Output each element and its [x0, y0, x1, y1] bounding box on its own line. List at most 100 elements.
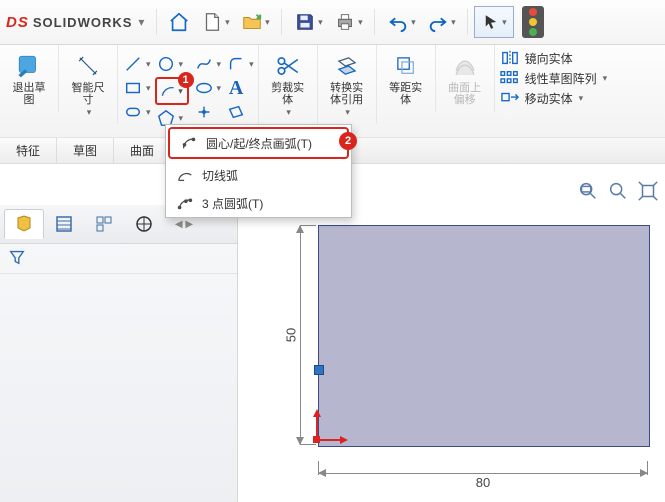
arc-tangent-item[interactable]: 切线弧 — [166, 161, 351, 189]
undo-button[interactable]: ▾ — [381, 6, 421, 38]
exit-sketch-button[interactable]: 退出草 图 — [6, 49, 52, 108]
home-button[interactable] — [163, 6, 195, 38]
folder-open-icon — [241, 11, 263, 33]
separator — [156, 9, 157, 35]
line-tool[interactable] — [122, 53, 144, 75]
caret-down-icon: ▾ — [343, 107, 350, 118]
ds-logo-icon: DS — [6, 14, 29, 31]
mirror-entities-button[interactable]: 镜向实体 — [499, 49, 608, 67]
configuration-icon — [94, 214, 114, 234]
tab-surfaces[interactable]: 曲面 — [114, 138, 171, 163]
graphics-area[interactable]: 50 80 — [238, 205, 665, 502]
tree-filter[interactable] — [0, 244, 237, 274]
caret-down-icon[interactable]: ▾ — [215, 59, 222, 70]
dimension-horizontal[interactable]: 80 — [318, 461, 648, 487]
trim-entities-button[interactable]: 剪裁实 体 ▾ — [265, 49, 311, 120]
callout-badge-2: 2 — [339, 132, 357, 150]
caret-down-icon[interactable]: ▾ — [177, 59, 184, 70]
ellipse-tool[interactable] — [193, 77, 215, 99]
save-button[interactable]: ▾ — [288, 6, 328, 38]
view-orientation-button[interactable] — [637, 180, 659, 205]
redo-button[interactable]: ▾ — [421, 6, 461, 38]
save-icon — [294, 11, 316, 33]
title-bar: DS SOLIDWORKS ▾ ▾ ▾ ▾ ▾ ▾ ▾ ▾ — [0, 0, 665, 45]
rebuild-button[interactable] — [514, 6, 546, 38]
arc-icon — [160, 83, 176, 99]
spline-tool[interactable] — [193, 53, 215, 75]
centerpoint-arc-icon — [180, 134, 198, 152]
group-trim: 剪裁实 体 ▾ — [259, 45, 318, 124]
arc-centerpoint-item[interactable]: 圆心/起/终点画弧(T) 2 — [168, 127, 349, 159]
group-surface-offset: 曲面上 偏移 — [436, 45, 495, 112]
zoom-window-button[interactable] — [607, 180, 629, 205]
undo-icon — [387, 11, 409, 33]
fillet-tool[interactable] — [225, 53, 247, 75]
dimxpert-icon — [134, 214, 154, 234]
redo-icon — [427, 11, 449, 33]
caret-down-icon[interactable]: ▾ — [144, 107, 151, 118]
zoom-to-fit-button[interactable] — [577, 180, 599, 205]
panel-tab-configuration[interactable] — [84, 209, 124, 239]
caret-down-icon: ▾ — [356, 17, 363, 28]
linear-pattern-icon — [499, 69, 521, 87]
feature-manager-panel: ◀ ▶ − 零件1 (默认) <<默认>_显示状态 1> ▸ History ▸… — [0, 205, 238, 502]
app-menu-caret-icon[interactable]: ▾ — [132, 15, 150, 29]
arc-dropdown-menu: 圆心/起/终点画弧(T) 2 切线弧 3 点圆弧(T) — [165, 124, 352, 218]
caret-down-icon[interactable]: ▾ — [144, 59, 151, 70]
rectangle-tool[interactable] — [122, 77, 144, 99]
smart-dimension-button[interactable]: 智能尺 寸 ▾ — [65, 49, 111, 120]
rebuild-traffic-icon — [522, 6, 544, 38]
separator — [374, 9, 375, 35]
feature-tree: − 零件1 (默认) <<默认>_显示状态 1> ▸ History ▸ 传感器… — [0, 274, 237, 502]
text-tool[interactable]: A — [225, 77, 247, 99]
caret-down-icon[interactable]: ▾ — [247, 59, 254, 70]
caret-down-icon[interactable]: ▾ — [144, 83, 151, 94]
group-exit-sketch: 退出草 图 — [0, 45, 59, 112]
text-a-icon: A — [229, 77, 243, 100]
lower-area: ◀ ▶ − 零件1 (默认) <<默认>_显示状态 1> ▸ History ▸… — [0, 205, 665, 502]
tangent-arc-icon — [176, 166, 194, 184]
caret-down-icon: ▾ — [409, 17, 416, 28]
tree-root-part[interactable]: − 零件1 (默认) <<默认>_显示状态 1> — [4, 276, 237, 502]
property-manager-icon — [54, 214, 74, 234]
dimension-vertical[interactable]: 50 — [286, 225, 316, 445]
tab-features[interactable]: 特征 — [0, 138, 57, 163]
scroll-arrows-icon: ◀ ▶ — [172, 219, 196, 230]
print-icon — [334, 11, 356, 33]
group-offset: 等距实 体 — [377, 45, 436, 112]
caret-down-icon[interactable]: ▾ — [177, 113, 184, 124]
plane-tool[interactable] — [225, 101, 247, 123]
group-modify: 镜向实体 线性草图阵列 ▾ 移动实体 ▾ — [495, 45, 612, 111]
panel-tab-property-manager[interactable] — [44, 209, 84, 239]
move-entities-button[interactable]: 移动实体 ▾ — [499, 89, 608, 107]
caret-down-icon: ▾ — [500, 17, 507, 28]
smart-dimension-icon — [73, 51, 103, 81]
circle-tool[interactable] — [155, 53, 177, 75]
group-convert: 转换实 体引用 ▾ — [318, 45, 377, 124]
surface-offset-icon — [450, 51, 480, 81]
sketch-rectangle[interactable] — [318, 225, 650, 447]
new-document-icon — [201, 11, 223, 33]
panel-tab-dimxpert[interactable] — [124, 209, 164, 239]
arc-3point-item[interactable]: 3 点圆弧(T) — [166, 189, 351, 217]
panel-tab-feature-tree[interactable] — [4, 209, 44, 239]
caret-down-icon[interactable]: ▾ — [215, 83, 222, 94]
open-document-button[interactable]: ▾ — [235, 6, 275, 38]
linear-pattern-button[interactable]: 线性草图阵列 ▾ — [499, 69, 608, 87]
convert-entities-icon — [332, 51, 362, 81]
callout-badge-1: 1 — [178, 72, 194, 88]
arc-tool-splitbutton[interactable]: ▾ 1 — [155, 77, 189, 105]
point-tool[interactable] — [193, 101, 215, 123]
three-point-arc-icon — [176, 194, 194, 212]
caret-down-icon: ▾ — [601, 73, 608, 84]
feature-tree-icon — [14, 214, 34, 234]
print-button[interactable]: ▾ — [328, 6, 368, 38]
new-document-button[interactable]: ▾ — [195, 6, 235, 38]
funnel-icon — [8, 248, 26, 266]
slot-tool[interactable] — [122, 101, 144, 123]
surface-offset-button: 曲面上 偏移 — [442, 49, 488, 108]
offset-entities-button[interactable]: 等距实 体 — [383, 49, 429, 108]
tab-sketch[interactable]: 草图 — [57, 138, 114, 163]
convert-entities-button[interactable]: 转换实 体引用 ▾ — [324, 49, 370, 120]
select-tool-button[interactable]: ▾ — [474, 6, 514, 38]
